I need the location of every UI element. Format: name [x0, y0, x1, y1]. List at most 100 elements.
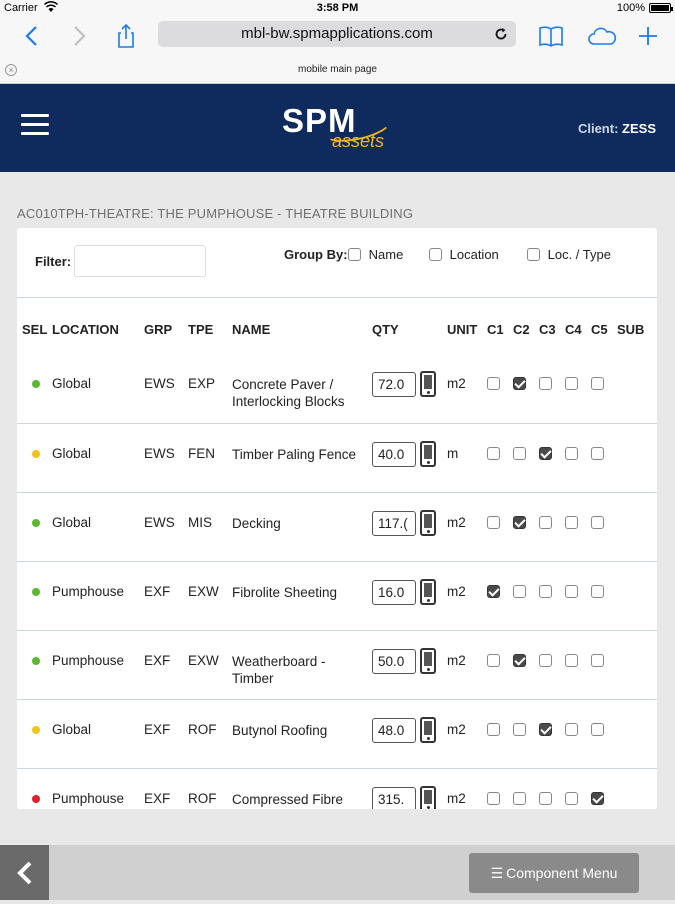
list-icon: ☰: [490, 865, 504, 881]
row-condition-cell: [591, 768, 617, 809]
row-qty-cell: 48.0: [372, 699, 447, 769]
browser-tab[interactable]: × mobile main page: [0, 56, 675, 84]
status-dot-icon[interactable]: [32, 587, 40, 596]
group-by-loc-type-checkbox[interactable]: [527, 248, 540, 261]
url-bar[interactable]: mbl-bw.spmapplications.com: [158, 21, 516, 47]
table-row[interactable]: Global EWS FEN Timber Paling Fence 40.0 m: [17, 423, 657, 493]
table-row[interactable]: Pumphouse EXF ROF Compressed Fibre 315. m2: [17, 768, 657, 809]
row-select-cell: [17, 699, 52, 769]
condition-c3-checkbox[interactable]: [539, 446, 552, 460]
group-by-location-checkbox[interactable]: [429, 248, 442, 261]
row-condition-cell: [539, 630, 565, 700]
row-tpe: EXW: [188, 561, 232, 631]
status-dot-icon[interactable]: [32, 725, 40, 734]
condition-c4-checkbox[interactable]: [565, 722, 578, 736]
row-condition-cell: [591, 492, 617, 562]
condition-c3-checkbox[interactable]: [539, 791, 552, 805]
component-menu-button[interactable]: ☰ Component Menu: [469, 853, 639, 893]
row-condition-cell: [487, 423, 513, 493]
status-dot-icon[interactable]: [32, 518, 40, 527]
condition-c5-checkbox[interactable]: [591, 584, 604, 598]
qty-input[interactable]: 50.0: [372, 648, 416, 674]
row-location: Pumphouse: [52, 630, 144, 700]
condition-c3-checkbox[interactable]: [539, 515, 552, 529]
back-button[interactable]: [0, 845, 49, 900]
row-condition-cell: [591, 423, 617, 493]
table-row[interactable]: Pumphouse EXF EXW Fibrolite Sheeting 16.0 m2: [17, 561, 657, 631]
condition-c1-checkbox[interactable]: [487, 377, 500, 390]
condition-c3-checkbox[interactable]: [539, 584, 552, 598]
group-by-loc-type[interactable]: Loc. / Type: [527, 247, 611, 262]
mobile-device-icon[interactable]: [420, 716, 436, 743]
back-chevron-icon[interactable]: [18, 22, 46, 50]
condition-c5-checkbox[interactable]: [591, 722, 604, 736]
group-by-location[interactable]: Location: [429, 247, 499, 262]
condition-c3-checkbox[interactable]: [539, 377, 552, 390]
status-dot-icon[interactable]: [32, 380, 40, 388]
table-row[interactable]: Global EWS EXP Concrete Paver / Interlockin…: [17, 354, 657, 424]
row-sub: [617, 492, 657, 562]
condition-c5-checkbox[interactable]: [591, 515, 604, 529]
condition-c5-checkbox[interactable]: [591, 791, 604, 805]
condition-c1-checkbox[interactable]: [487, 722, 500, 736]
condition-c1-checkbox[interactable]: [487, 515, 500, 529]
condition-c2-checkbox[interactable]: [513, 446, 526, 460]
group-by-name-label: Name: [368, 247, 404, 262]
table-row[interactable]: Global EWS MIS Decking 117.(m2: [17, 492, 657, 562]
condition-c5-checkbox[interactable]: [591, 653, 604, 667]
browser-toolbar: mbl-bw.spmapplications.com: [0, 16, 675, 56]
condition-c2-checkbox[interactable]: [513, 377, 526, 390]
cloud-tabs-icon[interactable]: [586, 22, 617, 50]
group-by-name-checkbox[interactable]: [348, 248, 361, 261]
mobile-device-icon[interactable]: [420, 647, 436, 674]
group-by-name[interactable]: Name: [348, 247, 403, 262]
condition-c1-checkbox[interactable]: [487, 653, 500, 667]
qty-input[interactable]: 72.0: [372, 372, 416, 397]
condition-c3-checkbox[interactable]: [539, 653, 552, 667]
condition-c4-checkbox[interactable]: [565, 377, 578, 390]
condition-c4-checkbox[interactable]: [565, 791, 578, 805]
qty-input[interactable]: 315.: [372, 786, 416, 809]
spm-assets-logo: SPM assets: [282, 104, 402, 154]
table-row[interactable]: Pumphouse EXF EXW Weatherboard - Timber 50.0…: [17, 630, 657, 700]
table-row[interactable]: Global EXF ROF Butynol Roofing 48.0 m2: [17, 699, 657, 769]
row-unit: m2: [447, 768, 487, 809]
condition-c5-checkbox[interactable]: [591, 446, 604, 460]
condition-c4-checkbox[interactable]: [565, 515, 578, 529]
row-sub: [617, 699, 657, 769]
condition-c4-checkbox[interactable]: [565, 446, 578, 460]
status-dot-icon[interactable]: [32, 656, 40, 665]
condition-c1-checkbox[interactable]: [487, 791, 500, 805]
mobile-device-icon[interactable]: [420, 785, 436, 809]
filter-input[interactable]: [74, 245, 206, 277]
condition-c3-checkbox[interactable]: [539, 722, 552, 736]
qty-input[interactable]: 40.0: [372, 441, 416, 467]
condition-c4-checkbox[interactable]: [565, 584, 578, 598]
row-condition-cell: [487, 354, 513, 424]
mobile-device-icon[interactable]: [420, 509, 436, 536]
forward-chevron-icon[interactable]: [65, 22, 93, 50]
qty-input[interactable]: 16.0: [372, 579, 416, 605]
qty-input[interactable]: 48.0: [372, 717, 416, 743]
condition-c2-checkbox[interactable]: [513, 515, 526, 529]
condition-c5-checkbox[interactable]: [591, 377, 604, 390]
bookmarks-icon[interactable]: [537, 22, 565, 50]
condition-c2-checkbox[interactable]: [513, 791, 526, 805]
new-tab-icon[interactable]: [634, 22, 662, 50]
qty-input[interactable]: 117.(: [372, 510, 416, 536]
status-dot-icon[interactable]: [32, 794, 40, 803]
condition-c1-checkbox[interactable]: [487, 446, 500, 460]
condition-c1-checkbox[interactable]: [487, 584, 500, 598]
hamburger-menu-icon[interactable]: [21, 114, 49, 136]
condition-c2-checkbox[interactable]: [513, 722, 526, 736]
condition-c2-checkbox[interactable]: [513, 653, 526, 667]
share-icon[interactable]: [112, 22, 140, 50]
mobile-device-icon[interactable]: [420, 440, 436, 467]
row-tpe: MIS: [188, 492, 232, 562]
status-dot-icon[interactable]: [32, 449, 40, 458]
condition-c2-checkbox[interactable]: [513, 584, 526, 598]
mobile-device-icon[interactable]: [420, 578, 436, 605]
mobile-device-icon[interactable]: [420, 371, 436, 397]
reload-icon[interactable]: [494, 21, 508, 50]
condition-c4-checkbox[interactable]: [565, 653, 578, 667]
